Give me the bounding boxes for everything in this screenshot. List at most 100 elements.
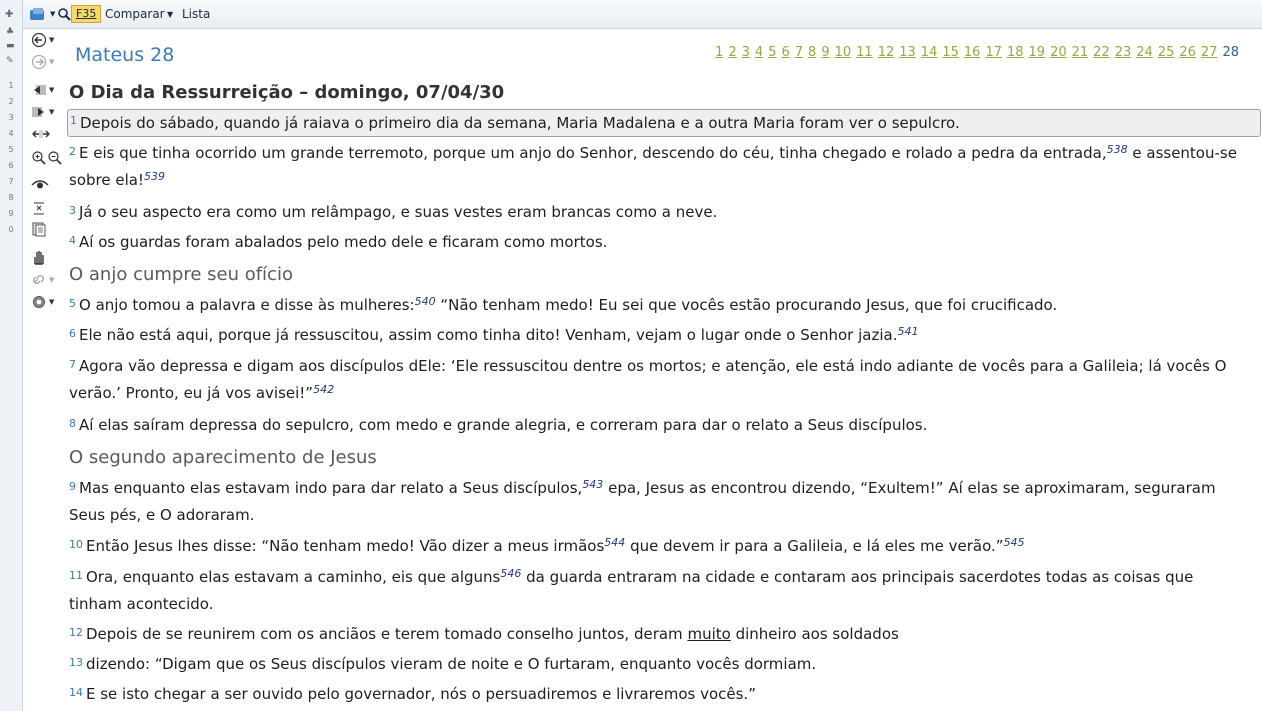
minus-icon[interactable]: ▬ [6,41,15,51]
verse-number: 7 [69,358,76,371]
chapter-link-12[interactable]: 12 [878,45,895,60]
chapter-link-17[interactable]: 17 [985,45,1002,60]
chapter-link-8[interactable]: 8 [808,45,816,60]
verse-1[interactable]: 1 Depois do sábado, quando já raiava o pr… [67,109,1261,137]
chapter-link-4[interactable]: 4 [755,45,763,60]
verse-number: 3 [69,204,76,217]
verse-9[interactable]: 9 Mas enquanto elas estavam indo para dar… [69,475,1244,529]
verse-text: Agora vão depressa e digam aos discípulo… [69,357,1227,402]
footnote-link[interactable]: 544 [604,536,625,549]
footnote-link[interactable]: 543 [582,478,603,491]
footnote-link[interactable]: 545 [1004,536,1025,549]
chapter-link-23[interactable]: 23 [1115,45,1132,60]
eye-icon[interactable] [31,175,61,193]
footnote-link[interactable]: 542 [313,383,334,396]
footnote-link[interactable]: 541 [897,325,918,338]
verse-12[interactable]: 12 Depois de se reunirem com os anciãos e… [69,621,1244,648]
verse-text: dizendo: “Digam que os Seus discípulos v… [86,655,817,673]
chevron-down-icon[interactable]: ▼ [167,10,173,19]
section-heading: O Dia da Ressurreição – domingo, 07/04/3… [69,82,505,103]
ruler-mark: 3 [8,113,14,122]
ruler-mark: 6 [8,161,14,170]
list-button[interactable]: Lista [182,7,210,21]
back-icon[interactable]: ▼ [31,31,61,49]
chapter-link-21[interactable]: 21 [1072,45,1089,60]
chapter-link-7[interactable]: 7 [795,45,803,60]
chapter-link-5[interactable]: 5 [768,45,776,60]
prev-icon[interactable]: ▼ [31,81,61,99]
forward-icon[interactable]: ▼ [31,53,61,71]
verse-7[interactable]: 7 Agora vão depressa e digam aos discípul… [69,353,1244,407]
chapter-link-20[interactable]: 20 [1050,45,1067,60]
tree-icon[interactable]: ♣ [6,27,14,37]
chapter-link-6[interactable]: 6 [781,45,789,60]
verse-6[interactable]: 6 Ele não está aqui, porque já ressuscito… [69,322,1244,349]
chapter-link-11[interactable]: 11 [856,45,873,60]
verse-number: 10 [69,538,83,551]
sync-icon[interactable] [31,125,61,143]
verse-text: E eis que tinha ocorrido um grande terre… [79,144,1107,162]
verse-5[interactable]: 5O anjo tomou a palavra e disse às mulhe… [69,292,1244,319]
verse-text: Depois de se reunirem com os anciãos e t… [86,625,683,643]
verse-number: 9 [69,480,76,493]
verse-14[interactable]: 14 E se isto chegar a ser ouvido pelo gov… [69,681,1244,708]
verse-text: Depois do sábado, quando já raiava o pri… [80,114,960,132]
chapter-link-22[interactable]: 22 [1093,45,1110,60]
ruler-mark: 0 [8,225,14,234]
chapter-link-9[interactable]: 9 [821,45,829,60]
verse-number: 8 [69,417,76,430]
link-icon[interactable]: ▼ [31,271,61,289]
plus-icon[interactable]: ✚ [5,9,13,20]
page-icon[interactable] [31,220,61,238]
chapter-link-10[interactable]: 10 [835,45,852,60]
verse-text: E se isto chegar a ser ouvido pelo gover… [86,685,756,703]
f35-button[interactable]: F35 [71,5,102,23]
chapter-link-27[interactable]: 27 [1201,45,1218,60]
verse-11[interactable]: 11 Ora, enquanto elas estavam a caminho, … [69,564,1244,618]
chapter-nav: 1 2 3 4 5 6 7 8 9 10 11 12 13 14 15 16 17 18 19 20 21 22 23 24 2… [710,45,1239,60]
chapter-link-19[interactable]: 19 [1029,45,1046,60]
next-icon[interactable]: ▼ [31,103,61,121]
chapter-link-1[interactable]: 1 [715,45,723,60]
verse-number: 11 [69,569,83,582]
chapter-link-14[interactable]: 14 [921,45,938,60]
chapter-link-16[interactable]: 16 [964,45,981,60]
ruler-mark: 1 [8,81,14,90]
ruler-mark: 2 [8,97,14,106]
verse-number: 1 [70,114,77,127]
footnote-link[interactable]: 538 [1107,143,1128,156]
pencil-icon[interactable]: ✎ [6,56,14,66]
footnote-link[interactable]: 539 [144,170,165,183]
chapter-link-24[interactable]: 24 [1136,45,1153,60]
verse-3[interactable]: 3 Já o seu aspecto era como um relâmpago,… [69,199,1244,226]
footnote-link[interactable]: 546 [500,567,521,580]
search-icon[interactable] [57,4,71,24]
chapter-title: Mateus 28 [75,44,175,66]
chapter-link-15[interactable]: 15 [942,45,959,60]
chapter-current: 28 [1222,45,1239,60]
verse-number: 12 [69,626,83,639]
verse-number: 4 [69,234,76,247]
compare-button[interactable]: Comparar [105,7,165,21]
chapter-link-13[interactable]: 13 [899,45,916,60]
ruler-mark: 7 [8,177,14,186]
chapter-link-18[interactable]: 18 [1007,45,1024,60]
verse-8[interactable]: 8 Aí elas saíram depressa do sepulcro, co… [69,412,1244,439]
verse-text: Então Jesus lhes disse: “Não tenham medo… [86,537,605,555]
footnote-link[interactable]: 540 [415,295,436,308]
verse-13[interactable]: 13 dizendo: “Digam que os Seus discípulos… [69,651,1244,678]
chapter-link-25[interactable]: 25 [1158,45,1175,60]
hand-icon[interactable] [31,248,61,266]
verse-number: 14 [69,686,83,699]
chapter-link-26[interactable]: 26 [1179,45,1196,60]
chapter-link-2[interactable]: 2 [728,45,736,60]
bible-icon[interactable]: ▼ [29,4,55,24]
verse-2[interactable]: 2E eis que tinha ocorrido um grande terr… [69,140,1244,194]
verse-number: 2 [69,145,76,158]
verse-number: 6 [69,327,76,340]
settings-icon[interactable]: ▼ [31,293,61,311]
chapter-link-3[interactable]: 3 [742,45,750,60]
verse-4[interactable]: 4 Aí os guardas foram abalados pelo medo … [69,229,1244,256]
verse-10[interactable]: 10 Então Jesus lhes disse: “Não tenham me… [69,533,1244,560]
format-icon[interactable] [31,199,61,217]
